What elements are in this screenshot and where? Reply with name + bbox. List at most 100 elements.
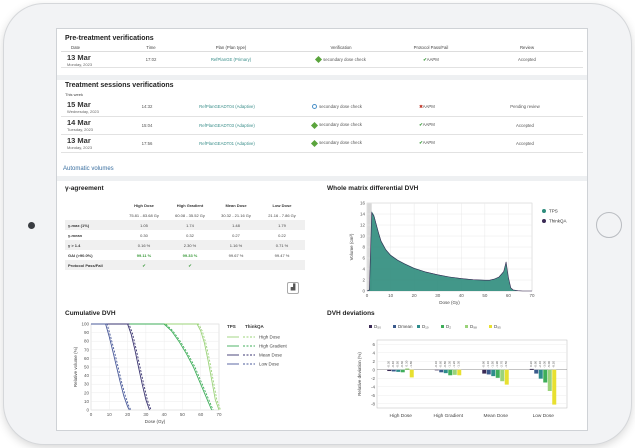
x-axis-label: Dose (Gy) bbox=[439, 300, 460, 305]
y-tick-label: 12 bbox=[360, 223, 366, 228]
clock-icon bbox=[312, 104, 318, 110]
y-tick-label: 30 bbox=[84, 382, 90, 387]
table-row[interactable]: 15 Mar Wednesday, 2023 14:32 RefPlanGEAD… bbox=[61, 98, 583, 117]
protocol-cell: ✔AAPM bbox=[387, 134, 467, 153]
y-tick-label: -8 bbox=[371, 401, 375, 406]
y-tick-label: 0 bbox=[372, 367, 375, 372]
data-label: -8.20 bbox=[552, 361, 556, 368]
home-button[interactable] bbox=[596, 212, 622, 238]
value-cell: 99.33 % bbox=[182, 252, 198, 258]
deviation-bar bbox=[538, 369, 543, 379]
value-cell: 1.48 bbox=[213, 220, 259, 230]
x-tick-label: 30 bbox=[143, 412, 149, 417]
sessions-title: Treatment sessions verifications bbox=[65, 82, 174, 89]
legend-label: High Dose bbox=[259, 335, 281, 340]
column-header: Mean Dose bbox=[225, 202, 247, 208]
day: Monday, 2023 bbox=[67, 145, 93, 150]
y-tick-label: 6 bbox=[362, 256, 365, 261]
protocol-cell: ✔AAPM bbox=[391, 51, 471, 68]
gamma-title: γ-agreement bbox=[65, 185, 104, 192]
y-tick-label: 20 bbox=[84, 390, 90, 395]
value-cell bbox=[213, 260, 259, 270]
y-axis-label: Relative deviation (%) bbox=[357, 352, 362, 396]
column-header: Plan (Plan type) bbox=[171, 44, 291, 52]
gamma-row: γ-mean 0.30 0.32 0.27 0.22 bbox=[65, 230, 305, 240]
y-tick-label: 50 bbox=[84, 365, 90, 370]
protocol-cell: ✖AAPM bbox=[387, 98, 467, 117]
plan-link[interactable]: RefPlanGEADT04 (Adaptive) bbox=[167, 98, 287, 117]
data-label: -1.90 bbox=[495, 361, 499, 368]
y-tick-label: 100 bbox=[81, 322, 89, 327]
data-label: -0.50 bbox=[396, 361, 400, 368]
gamma-row: γ > 1.4 0.16 % 2.30 % 1.16 % 0.71 % bbox=[65, 240, 305, 250]
y-tick-label: -2 bbox=[371, 376, 375, 381]
deviation-bar bbox=[552, 369, 557, 405]
legend-marker bbox=[542, 209, 546, 213]
y-tick-label: 4 bbox=[372, 350, 375, 355]
x-tick-label: 40 bbox=[459, 293, 465, 298]
legend-marker bbox=[465, 325, 468, 328]
deviation-bar bbox=[534, 369, 539, 374]
legend-label: D₅₀ bbox=[374, 324, 381, 329]
y-tick-label: 10 bbox=[360, 234, 366, 239]
category-label: Low Dose bbox=[533, 413, 555, 419]
camera-icon bbox=[28, 222, 35, 229]
value-cell: 0.32 bbox=[186, 232, 194, 238]
verification-label: secondary dose check bbox=[319, 122, 362, 128]
dvh-deviations-chart: D₅₀ Dmean D₁₀ D₂ D₉₈ D₉₅ -8 -6 -4 -2 0 2 4 6 -0.30 -0.4… bbox=[357, 324, 568, 419]
data-label: -0.60 bbox=[439, 361, 443, 368]
automatic-volumes-link[interactable]: Automatic volumes bbox=[63, 166, 114, 172]
deviation-bar bbox=[486, 369, 491, 375]
column-header: Time bbox=[131, 44, 171, 52]
data-label: -3.50 bbox=[504, 361, 508, 368]
table-row[interactable]: 14 Mar Tuesday, 2023 15:04 RefPlanGEADT0… bbox=[61, 116, 583, 135]
table-row[interactable]: 13 Mar Monday, 2023 17:56 RefPlanGEADT01… bbox=[61, 134, 583, 153]
legend-header: TPS bbox=[227, 324, 236, 329]
data-label: -1.30 bbox=[457, 361, 461, 368]
column-header: Low Dose bbox=[272, 202, 292, 208]
value-cell: 1.74 bbox=[167, 220, 213, 230]
y-tick-label: 80 bbox=[84, 339, 90, 344]
dvh-deviations-panel: DVH deviations D₅₀ Dmean D₁₀ D₂ D₉₈ D₉₅ -8 -6 -4… bbox=[327, 310, 583, 428]
plan-link[interactable]: RefPlanGEADT01 (Adaptive) bbox=[167, 134, 287, 153]
data-label: -2.10 bbox=[538, 361, 542, 368]
column-header: Review bbox=[471, 44, 583, 52]
sessions-table: 15 Mar Wednesday, 2023 14:32 RefPlanGEAD… bbox=[61, 98, 583, 153]
deviation-bar bbox=[482, 369, 487, 374]
pre-treatment-table: Date Time Plan (Plan type) Verification … bbox=[61, 44, 583, 68]
legend-label: Low Dose bbox=[259, 362, 280, 367]
deviation-bar bbox=[457, 369, 462, 376]
x-tick-label: 30 bbox=[435, 293, 441, 298]
x-tick-label: 70 bbox=[529, 293, 535, 298]
time-cell: 15:04 bbox=[127, 116, 167, 135]
time-cell: 14:32 bbox=[127, 98, 167, 117]
plan-link[interactable]: RefPlanGE (Primary) bbox=[171, 51, 291, 68]
protocol-label: AAPM bbox=[422, 140, 435, 145]
deviation-bar bbox=[443, 369, 448, 374]
value-cell: 1.79 bbox=[259, 220, 305, 230]
sessions-section: Treatment sessions verifications This we… bbox=[61, 80, 583, 153]
range-cell: 75.81 - 83.68 Gy bbox=[129, 212, 159, 218]
date: 13 Mar bbox=[67, 52, 91, 62]
chart-toggle-button[interactable]: ▟ bbox=[287, 282, 299, 294]
category-label: High Dose bbox=[390, 413, 413, 419]
y-tick-label: 6 bbox=[372, 342, 375, 347]
y-tick-label: 70 bbox=[84, 347, 90, 352]
deviation-bar bbox=[529, 368, 534, 370]
legend-marker bbox=[489, 325, 492, 328]
legend-marker bbox=[441, 325, 444, 328]
category-label: High Gradient bbox=[433, 413, 463, 419]
data-label: 0.30 bbox=[405, 360, 409, 366]
table-row[interactable]: 13 Mar Monday, 2023 17:02 RefPlanGE (Pri… bbox=[61, 51, 583, 68]
corner-cell bbox=[65, 210, 121, 220]
deviation-bar bbox=[409, 369, 414, 378]
check-diamond-icon bbox=[311, 121, 319, 129]
time-cell: 17:02 bbox=[131, 51, 171, 68]
legend-label: D₉₈ bbox=[470, 324, 477, 329]
plan-link[interactable]: RefPlanGEADT03 (Adaptive) bbox=[167, 116, 287, 135]
gamma-range-row: 75.81 - 83.68 Gy 60.08 - 35.52 Gy 30.32 … bbox=[65, 210, 305, 220]
x-axis-label: Dose (Gy) bbox=[145, 419, 166, 424]
verification-label: secondary dose check bbox=[319, 140, 362, 146]
deviation-bar bbox=[434, 369, 439, 371]
deviation-bar bbox=[387, 369, 392, 372]
